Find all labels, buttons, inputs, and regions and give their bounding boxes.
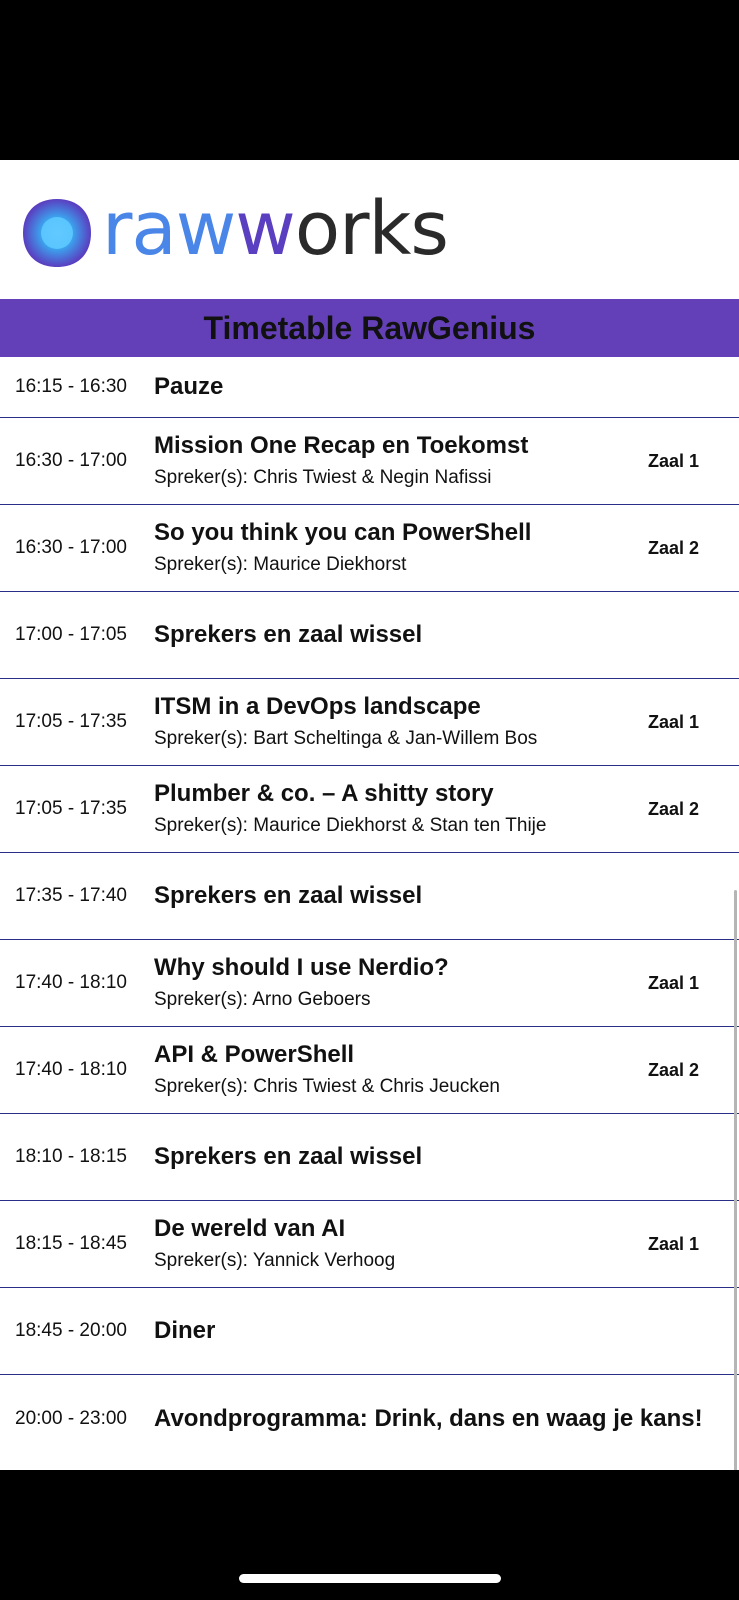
timetable-row: 16:15 - 16:30 Pauze: [0, 357, 739, 418]
rawworks-logo-text: rawworks: [102, 186, 449, 272]
session-time: 17:40 - 18:10: [15, 972, 127, 993]
timetable-row: 17:35 - 17:40 Sprekers en zaal wissel: [0, 853, 739, 940]
timetable-row: 20:00 - 23:00 Avondprogramma: Drink, dan…: [0, 1375, 739, 1462]
session-time: 17:05 - 17:35: [15, 798, 127, 819]
session-room: Zaal 1: [647, 1233, 699, 1254]
session-title: Sprekers en zaal wissel: [154, 1143, 423, 1170]
session-time: 18:45 - 20:00: [15, 1320, 127, 1341]
session-time: 18:10 - 18:15: [15, 1146, 127, 1167]
session-time: 17:35 - 17:40: [15, 885, 127, 906]
session-time: 18:15 - 18:45: [15, 1233, 127, 1254]
timetable-screen[interactable]: rawworks Timetable RawGenius 16:15 - 16:…: [0, 160, 739, 1470]
timetable-row: 18:45 - 20:00 Diner: [0, 1288, 739, 1375]
session-title: Avondprogramma: Drink, dans en waag je k…: [154, 1404, 703, 1432]
session-room: Zaal 1: [647, 711, 699, 732]
session-title: Sprekers en zaal wissel: [154, 621, 423, 648]
session-time: 17:00 - 17:05: [15, 624, 127, 645]
session-room: Zaal 1: [647, 450, 699, 471]
session-room: Zaal 2: [647, 537, 699, 558]
session-time: 20:00 - 23:00: [15, 1407, 127, 1429]
timetable-row: 18:15 - 18:45 De wereld van AI Spreker(s…: [0, 1201, 739, 1288]
timetable-row: 16:30 - 17:00 So you think you can Power…: [0, 505, 739, 592]
timetable-row: 17:05 - 17:35 Plumber & co. – A shitty s…: [0, 766, 739, 853]
home-indicator[interactable]: [239, 1574, 501, 1583]
session-room: Zaal 1: [647, 972, 699, 993]
timetable-list: 16:15 - 16:30 Pauze 16:30 - 17:00 Missio…: [0, 357, 739, 1462]
logo-header: rawworks: [0, 160, 739, 299]
timetable-row: 16:30 - 17:00 Mission One Recap en Toeko…: [0, 418, 739, 505]
timetable-row: 17:40 - 18:10 Why should I use Nerdio? S…: [0, 940, 739, 1027]
session-time: 16:15 - 16:30: [15, 376, 127, 397]
session-time: 17:40 - 18:10: [15, 1059, 127, 1080]
scrollbar[interactable]: [734, 890, 737, 1470]
session-title: Sprekers en zaal wissel: [154, 882, 423, 909]
timetable-row: 17:00 - 17:05 Sprekers en zaal wissel: [0, 592, 739, 679]
session-time: 17:05 - 17:35: [15, 711, 127, 732]
session-time: 16:30 - 17:00: [15, 450, 127, 471]
timetable-row: 17:40 - 18:10 API & PowerShell Spreker(s…: [0, 1027, 739, 1114]
session-time: 16:30 - 17:00: [15, 537, 127, 558]
session-title: Diner: [154, 1317, 216, 1344]
page-title: Timetable RawGenius: [203, 309, 536, 346]
session-room: Zaal 2: [647, 1059, 699, 1080]
session-room: Zaal 2: [647, 798, 699, 819]
timetable-row: 18:10 - 18:15 Sprekers en zaal wissel: [0, 1114, 739, 1201]
rawworks-logo-icon: [23, 199, 91, 267]
timetable-row: 17:05 - 17:35 ITSM in a DevOps landscape…: [0, 679, 739, 766]
title-bar: Timetable RawGenius: [0, 299, 739, 357]
session-title: Pauze: [154, 373, 224, 400]
